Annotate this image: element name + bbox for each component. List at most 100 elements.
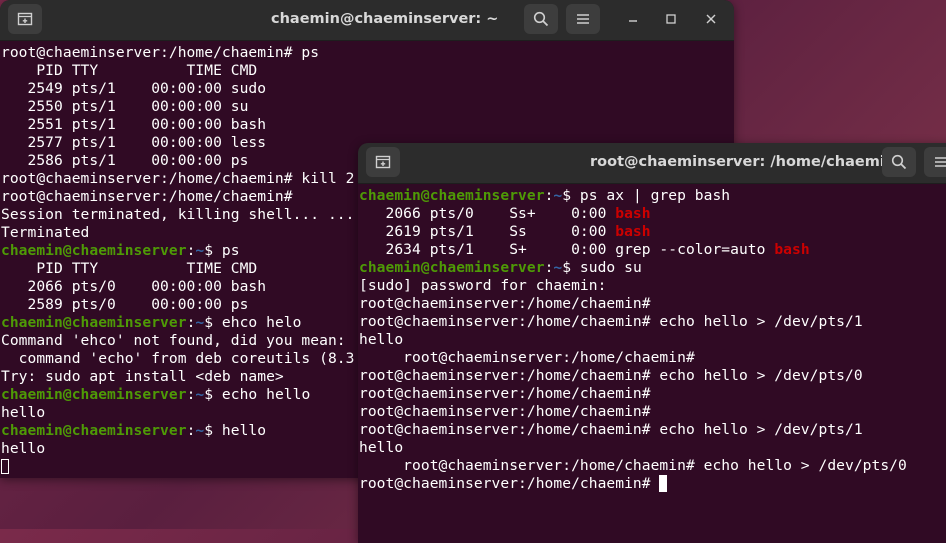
terminal-text: Session terminated, killing shell... ... xyxy=(1,206,355,223)
terminal-line: 2577 pts/1 00:00:00 less xyxy=(1,134,354,152)
terminal-text: root@chaeminserver:/home/chaemin# echo h… xyxy=(359,421,863,438)
search-button[interactable] xyxy=(882,147,916,177)
new-tab-icon xyxy=(17,12,33,26)
search-icon xyxy=(533,11,549,27)
terminal-line: root@chaeminserver:/home/chaemin# ps xyxy=(1,44,354,62)
terminal-text: 2551 pts/1 00:00:00 bash xyxy=(1,116,267,133)
terminal-line: 2549 pts/1 00:00:00 sudo xyxy=(1,80,354,98)
terminal-window-right[interactable]: root@chaeminserver: /home/chaemin chaemi… xyxy=(358,143,946,543)
terminal-text: chaemin@chaeminserver xyxy=(359,259,545,276)
new-tab-button[interactable] xyxy=(8,4,42,34)
terminal-line: chaemin@chaeminserver:~$ hello xyxy=(1,422,354,440)
terminal-text: ~ xyxy=(553,259,563,276)
terminal-line: 2066 pts/0 00:00:00 bash xyxy=(1,278,354,296)
terminal-line: chaemin@chaeminserver:~$ ehco helo xyxy=(1,314,354,332)
terminal-line: root@chaeminserver:/home/chaemin# xyxy=(359,475,907,493)
terminal-text: $ ps xyxy=(204,242,240,259)
text-cursor xyxy=(659,475,668,492)
terminal-text: root@chaeminserver:/home/chaemin# echo h… xyxy=(359,367,863,384)
title-bar[interactable]: root@chaeminserver: /home/chaemin xyxy=(358,143,946,184)
terminal-line: chaemin@chaeminserver:~$ ps ax | grep ba… xyxy=(359,187,907,205)
window-title: chaemin@chaeminserver: ~ xyxy=(271,11,499,27)
terminal-text: 2589 pts/0 00:00:00 ps xyxy=(1,296,249,313)
terminal-line: Try: sudo apt install <deb name> xyxy=(1,368,354,386)
terminal-line: root@chaeminserver:/home/chaemin# xyxy=(359,403,907,421)
terminal-text: [sudo] password for chaemin: xyxy=(359,277,607,294)
terminal-text: bash xyxy=(615,205,651,222)
terminal-text: 2619 pts/1 Ss 0:00 xyxy=(359,223,616,240)
terminal-text: $ echo hello xyxy=(204,386,311,403)
terminal-text: root@chaeminserver:/home/chaemin# xyxy=(359,385,651,402)
terminal-line: chaemin@chaeminserver:~$ sudo su xyxy=(359,259,907,277)
terminal-line: root@chaeminserver:/home/chaemin# echo h… xyxy=(359,313,907,331)
terminal-text: chaemin@chaeminserver xyxy=(1,422,187,439)
terminal-line: 2634 pts/1 S+ 0:00 grep --color=auto bas… xyxy=(359,241,907,259)
terminal-output[interactable]: root@chaeminserver:/home/chaemin# ps PID… xyxy=(1,44,354,476)
terminal-line: chaemin@chaeminserver:~$ echo hello xyxy=(1,386,354,404)
terminal-line: root@chaeminserver:/home/chaemin# echo h… xyxy=(359,457,907,475)
window-title: root@chaeminserver: /home/chaemin xyxy=(590,154,896,170)
terminal-text: 2577 pts/1 00:00:00 less xyxy=(1,134,267,151)
terminal-line: Command 'ehco' not found, did you mean: xyxy=(1,332,354,350)
terminal-text: Terminated xyxy=(1,224,90,241)
maximize-button[interactable] xyxy=(656,4,686,34)
menu-button[interactable] xyxy=(924,147,946,177)
terminal-line: root@chaeminserver:/home/chaemin# xyxy=(359,295,907,313)
terminal-line: 2589 pts/0 00:00:00 ps xyxy=(1,296,354,314)
terminal-text: root@chaeminserver:/home/chaemin# xyxy=(359,475,660,492)
terminal-text: ~ xyxy=(553,187,563,204)
terminal-line: 2551 pts/1 00:00:00 bash xyxy=(1,116,354,134)
search-button[interactable] xyxy=(524,4,558,34)
terminal-line: root@chaeminserver:/home/chaemin# xyxy=(359,349,907,367)
terminal-line: root@chaeminserver:/home/chaemin# xyxy=(1,188,354,206)
hamburger-menu-icon xyxy=(577,14,589,24)
menu-button[interactable] xyxy=(566,4,600,34)
terminal-text: chaemin@chaeminserver xyxy=(1,314,187,331)
terminal-text: 2550 pts/1 00:00:00 su xyxy=(1,98,249,115)
terminal-text: chaemin@chaeminserver xyxy=(359,187,545,204)
terminal-text: chaemin@chaeminserver xyxy=(1,242,187,259)
terminal-text: root@chaeminserver:/home/chaemin# xyxy=(1,188,293,205)
terminal-text: $ sudo su xyxy=(562,259,642,276)
terminal-text: 2066 pts/0 00:00:00 bash xyxy=(1,278,267,295)
terminal-text: root@chaeminserver:/home/chaemin# xyxy=(359,403,651,420)
terminal-text: hello xyxy=(1,440,46,457)
terminal-text: Try: sudo apt install <deb name> xyxy=(1,368,284,385)
terminal-text: hello xyxy=(1,404,46,421)
terminal-line: Session terminated, killing shell... ... xyxy=(1,206,354,224)
search-icon xyxy=(891,154,907,170)
terminal-line: chaemin@chaeminserver:~$ ps xyxy=(1,242,354,260)
terminal-text: ~ xyxy=(195,242,205,259)
terminal-text: $ ehco helo xyxy=(204,314,302,331)
terminal-text: command 'echo' from deb coreutils (8.3 xyxy=(1,350,355,367)
terminal-line: root@chaeminserver:/home/chaemin# xyxy=(359,385,907,403)
terminal-text: bash xyxy=(774,241,810,258)
terminal-line: 2586 pts/1 00:00:00 ps xyxy=(1,152,354,170)
terminal-line: hello xyxy=(359,331,907,349)
terminal-line: 2066 pts/0 Ss+ 0:00 bash xyxy=(359,205,907,223)
terminal-line: hello xyxy=(1,440,354,458)
terminal-text: root@chaeminserver:/home/chaemin# xyxy=(359,349,695,366)
terminal-text: PID TTY TIME CMD xyxy=(1,62,258,79)
terminal-text: bash xyxy=(615,223,651,240)
terminal-text: root@chaeminserver:/home/chaemin# ps xyxy=(1,44,320,61)
terminal-text: 2586 pts/1 00:00:00 ps xyxy=(1,152,249,169)
title-bar[interactable]: chaemin@chaeminserver: ~ xyxy=(0,0,734,41)
terminal-text: $ ps ax | grep bash xyxy=(562,187,731,204)
maximize-icon xyxy=(666,14,676,24)
terminal-text: 2549 pts/1 00:00:00 sudo xyxy=(1,80,267,97)
terminal-line: Terminated xyxy=(1,224,354,242)
new-tab-button[interactable] xyxy=(366,147,400,177)
terminal-text: hello xyxy=(359,331,404,348)
close-button[interactable] xyxy=(696,4,726,34)
terminal-line: PID TTY TIME CMD xyxy=(1,62,354,80)
terminal-text: hello xyxy=(359,439,404,456)
terminal-line: root@chaeminserver:/home/chaemin# echo h… xyxy=(359,421,907,439)
terminal-line: [sudo] password for chaemin: xyxy=(359,277,907,295)
terminal-output[interactable]: chaemin@chaeminserver:~$ ps ax | grep ba… xyxy=(359,187,907,493)
terminal-text: ~ xyxy=(195,314,205,331)
terminal-line: hello xyxy=(359,439,907,457)
terminal-text: 2634 pts/1 S+ 0:00 grep --color=auto xyxy=(359,241,775,258)
terminal-text: chaemin@chaeminserver xyxy=(1,386,187,403)
minimize-button[interactable] xyxy=(618,4,648,34)
